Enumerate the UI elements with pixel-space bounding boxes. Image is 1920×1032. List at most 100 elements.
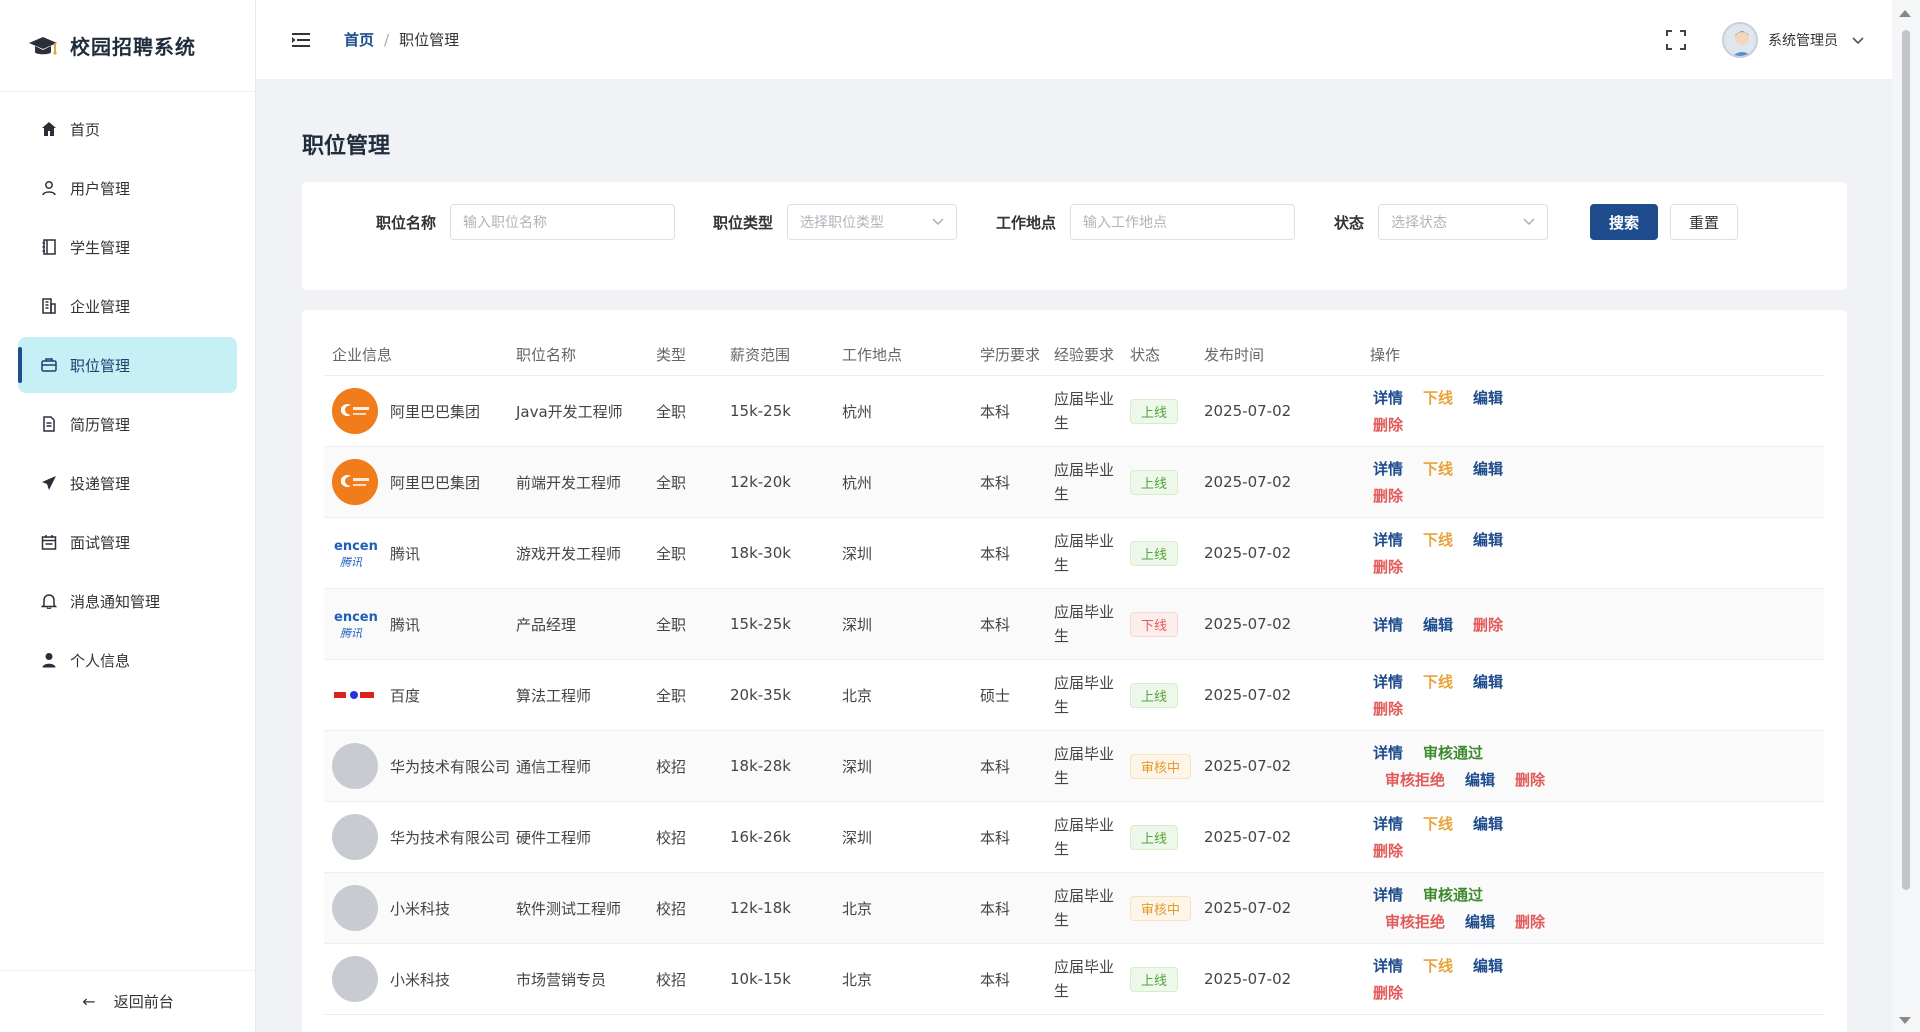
offline-link[interactable]: 下线 bbox=[1423, 387, 1453, 408]
breadcrumb-home[interactable]: 首页 bbox=[344, 29, 374, 50]
experience-cell: 应届毕业生 bbox=[1054, 731, 1124, 801]
sidebar-item-label: 简历管理 bbox=[70, 415, 131, 434]
positions-table: 企业信息 职位名称 类型 薪资范围 工作地点 学历要求 经验要求 状态 发布时间 操作 阿里巴巴集… bbox=[302, 310, 1847, 1032]
home-icon bbox=[40, 120, 58, 138]
chevron-down-icon[interactable] bbox=[1852, 31, 1864, 49]
column-header[interactable]: 操作 bbox=[1370, 344, 1400, 365]
detail-link[interactable]: 详情 bbox=[1373, 529, 1403, 550]
edit-link[interactable]: 编辑 bbox=[1473, 813, 1503, 834]
status-cell: 上线 bbox=[1130, 944, 1179, 1014]
search-field-name: 职位名称 输入职位名称 bbox=[376, 204, 676, 240]
fullscreen-icon[interactable] bbox=[1664, 28, 1688, 52]
delete-link[interactable]: 删除 bbox=[1373, 698, 1403, 719]
column-header[interactable]: 发布时间 bbox=[1204, 344, 1264, 365]
offline-link[interactable]: 下线 bbox=[1423, 458, 1453, 479]
edit-link[interactable]: 编辑 bbox=[1473, 458, 1503, 479]
edit-link[interactable]: 编辑 bbox=[1465, 911, 1495, 932]
detail-link[interactable]: 详情 bbox=[1373, 614, 1403, 635]
delete-link[interactable]: 删除 bbox=[1373, 414, 1403, 435]
position-type-select[interactable]: 选择职位类型 bbox=[787, 204, 958, 240]
approve-link[interactable]: 审核通过 bbox=[1423, 742, 1483, 763]
position-name: 通信工程师 bbox=[516, 757, 592, 776]
vertical-scrollbar[interactable] bbox=[1892, 0, 1920, 1032]
detail-link[interactable]: 详情 bbox=[1373, 884, 1403, 905]
edit-link[interactable]: 编辑 bbox=[1473, 529, 1503, 550]
status-badge: 上线 bbox=[1130, 469, 1179, 495]
detail-link[interactable]: 详情 bbox=[1373, 955, 1403, 976]
bell-icon bbox=[40, 592, 58, 610]
work-location: 深圳 bbox=[842, 615, 873, 634]
status-select[interactable]: 选择状态 bbox=[1378, 204, 1549, 240]
detail-link[interactable]: 详情 bbox=[1373, 813, 1403, 834]
detail-link[interactable]: 详情 bbox=[1373, 742, 1403, 763]
delete-link[interactable]: 删除 bbox=[1373, 485, 1403, 506]
scroll-up-arrow-icon[interactable] bbox=[1899, 10, 1911, 17]
offline-link[interactable]: 下线 bbox=[1423, 671, 1453, 692]
search-button[interactable]: 搜索 bbox=[1590, 204, 1658, 240]
approve-link[interactable]: 审核通过 bbox=[1423, 884, 1483, 905]
sidebar-item-7[interactable]: 面试管理 bbox=[18, 514, 237, 570]
brand[interactable]: 校园招聘系统 bbox=[0, 0, 255, 92]
delete-link[interactable]: 删除 bbox=[1473, 614, 1503, 635]
avatar[interactable] bbox=[1722, 21, 1758, 58]
menu-collapse-icon[interactable] bbox=[290, 29, 312, 51]
detail-link[interactable]: 详情 bbox=[1373, 671, 1403, 692]
reset-button[interactable]: 重置 bbox=[1670, 204, 1738, 240]
company-cell: 华为技术有限公司 bbox=[332, 802, 510, 872]
delete-link[interactable]: 删除 bbox=[1515, 911, 1545, 932]
position-name-input[interactable]: 输入职位名称 bbox=[450, 204, 676, 240]
sidebar-item-8[interactable]: 消息通知管理 bbox=[18, 573, 237, 629]
position-name-label: 职位名称 bbox=[376, 213, 437, 232]
edit-link[interactable]: 编辑 bbox=[1473, 387, 1503, 408]
detail-link[interactable]: 详情 bbox=[1373, 387, 1403, 408]
sidebar-item-0[interactable]: 首页 bbox=[18, 101, 237, 157]
search-field-location: 工作地点 输入工作地点 bbox=[996, 204, 1296, 240]
column-header[interactable]: 经验要求 bbox=[1054, 344, 1114, 365]
column-header[interactable]: 职位名称 bbox=[516, 344, 576, 365]
detail-link[interactable]: 详情 bbox=[1373, 458, 1403, 479]
column-header[interactable]: 薪资范围 bbox=[730, 344, 790, 365]
arrow-left-icon: ← bbox=[82, 992, 96, 1011]
salary-range: 16k-26k bbox=[730, 828, 791, 846]
sidebar-item-6[interactable]: 投递管理 bbox=[18, 455, 237, 511]
edit-link[interactable]: 编辑 bbox=[1465, 769, 1495, 790]
edit-link[interactable]: 编辑 bbox=[1423, 614, 1453, 635]
delete-link[interactable]: 删除 bbox=[1373, 982, 1403, 1003]
sidebar-item-2[interactable]: 学生管理 bbox=[18, 219, 237, 275]
back-to-front-button[interactable]: ← 返回前台 bbox=[0, 970, 256, 1032]
sidebar-item-9[interactable]: 个人信息 bbox=[18, 632, 237, 688]
experience-requirement: 应届毕业生 bbox=[1054, 887, 1115, 929]
sidebar-item-label: 用户管理 bbox=[70, 179, 131, 198]
scroll-down-arrow-icon[interactable] bbox=[1899, 1017, 1911, 1024]
offline-link[interactable]: 下线 bbox=[1423, 955, 1453, 976]
education-requirement: 本科 bbox=[980, 402, 1011, 421]
scrollbar-thumb[interactable] bbox=[1902, 30, 1910, 890]
column-header[interactable]: 状态 bbox=[1130, 344, 1160, 365]
edit-link[interactable]: 编辑 bbox=[1473, 955, 1503, 976]
delete-link[interactable]: 删除 bbox=[1373, 840, 1403, 861]
experience-requirement: 应届毕业生 bbox=[1054, 958, 1115, 1000]
delete-link[interactable]: 删除 bbox=[1515, 769, 1545, 790]
page-title: 职位管理 bbox=[302, 134, 391, 159]
column-header[interactable]: 企业信息 bbox=[332, 344, 392, 365]
experience-requirement: 应届毕业生 bbox=[1054, 603, 1115, 645]
delete-link[interactable]: 删除 bbox=[1373, 556, 1403, 577]
column-header[interactable]: 工作地点 bbox=[842, 344, 902, 365]
location-placeholder: 输入工作地点 bbox=[1083, 215, 1168, 231]
operations-cell: 详情 审核通过审核拒绝 编辑 删除 bbox=[1373, 873, 1573, 943]
reject-link[interactable]: 审核拒绝 bbox=[1385, 911, 1445, 932]
location-input[interactable]: 输入工作地点 bbox=[1070, 204, 1296, 240]
column-header[interactable]: 学历要求 bbox=[980, 344, 1040, 365]
offline-link[interactable]: 下线 bbox=[1423, 529, 1453, 550]
user-name[interactable]: 系统管理员 bbox=[1768, 30, 1838, 50]
sidebar-item-5[interactable]: 简历管理 bbox=[18, 396, 237, 452]
edit-link[interactable]: 编辑 bbox=[1473, 671, 1503, 692]
sidebar-item-1[interactable]: 用户管理 bbox=[18, 160, 237, 216]
sidebar-item-3[interactable]: 企业管理 bbox=[18, 278, 237, 334]
reject-link[interactable]: 审核拒绝 bbox=[1385, 769, 1445, 790]
offline-link[interactable]: 下线 bbox=[1423, 813, 1453, 834]
column-header[interactable]: 类型 bbox=[656, 344, 686, 365]
company-logo bbox=[332, 885, 378, 931]
user-icon bbox=[40, 179, 58, 197]
sidebar-item-4[interactable]: 职位管理 bbox=[18, 337, 237, 393]
